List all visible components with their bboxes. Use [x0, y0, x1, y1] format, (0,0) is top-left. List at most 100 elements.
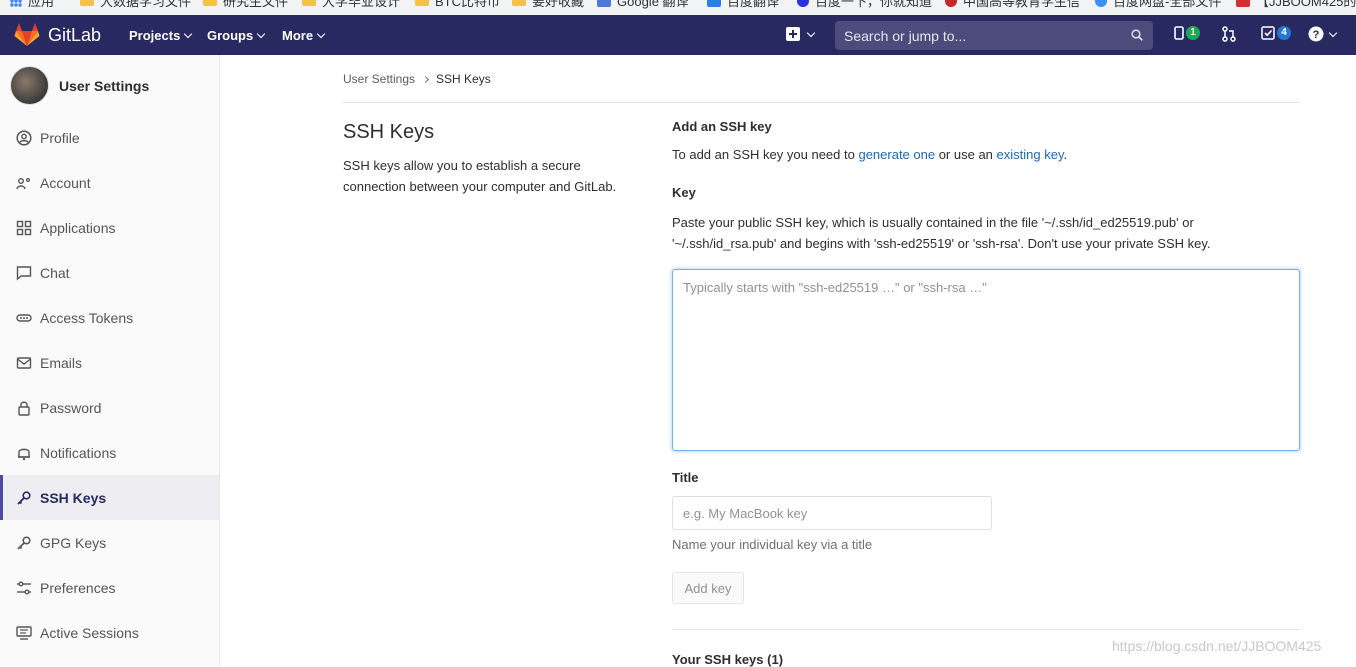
sidebar-item-profile[interactable]: Profile	[0, 115, 219, 160]
issues-button[interactable]: 1	[1174, 26, 1200, 40]
apps-icon	[10, 0, 22, 7]
bookmark-item[interactable]: Google 翻译	[597, 0, 689, 10]
bookmark-item[interactable]: 要好收藏	[512, 0, 584, 10]
chevron-down-icon	[184, 29, 193, 39]
folder-icon	[203, 0, 217, 6]
sidebar-item-label: Applications	[40, 219, 116, 236]
folder-icon	[80, 0, 94, 6]
sidebar-item-label: Profile	[40, 129, 80, 146]
sidebar-item-label: SSH Keys	[40, 489, 107, 506]
bookmark-item[interactable]: 中国高等教育学生信	[945, 0, 1080, 10]
sidebar-item-emails[interactable]: Emails	[0, 340, 219, 385]
more-menu[interactable]: More	[282, 28, 326, 43]
sidebar-item-gpg-keys[interactable]: GPG Keys	[0, 520, 219, 565]
chevron-down-icon	[316, 29, 326, 39]
bookmark-item[interactable]: 百度一下，你就知道	[797, 0, 932, 10]
title-help-text: Name your individual key via a title	[672, 537, 873, 552]
add-key-button[interactable]: Add key	[672, 572, 744, 604]
top-navbar: GitLab Projects Groups More 1 4	[0, 15, 1356, 55]
sidebar-item-label: Access Tokens	[40, 309, 134, 326]
sidebar-item-label: Account	[40, 174, 91, 191]
sidebar-item-active-sessions[interactable]: Active Sessions	[0, 610, 219, 655]
todo-check-icon	[1261, 26, 1275, 40]
sidebar-item-password[interactable]: Password	[0, 385, 219, 430]
sidebar-header[interactable]: User Settings	[10, 66, 149, 105]
breadcrumb: User Settings SSH Keys	[343, 72, 491, 86]
merge-request-icon	[1222, 26, 1236, 42]
key-icon	[17, 535, 31, 550]
sidebar-item-label: GPG Keys	[40, 534, 107, 551]
help-menu[interactable]: ?	[1308, 26, 1338, 42]
projects-menu[interactable]: Projects	[129, 28, 193, 43]
search-input[interactable]	[844, 27, 1124, 44]
plus-square-icon	[786, 27, 800, 41]
settings-sidebar: User Settings Profile Account Applicatio…	[0, 55, 220, 665]
sidebar-item-notifications[interactable]: Notifications	[0, 430, 219, 475]
account-icon	[16, 177, 30, 189]
gitlab-logo[interactable]: GitLab	[14, 23, 101, 47]
bookmark-item[interactable]: 应用	[10, 0, 54, 10]
chsi-icon	[945, 0, 957, 7]
bookmark-item[interactable]: 百度翻译	[707, 0, 779, 10]
applications-icon	[16, 220, 32, 235]
baidu-icon	[797, 0, 809, 7]
sidebar-item-label: Chat	[40, 264, 70, 281]
bookmark-item[interactable]: 百度网盘-全部文件	[1095, 0, 1221, 10]
sidebar-item-label: Password	[40, 399, 102, 416]
divider	[343, 102, 1301, 103]
sidebar-item-applications[interactable]: Applications	[0, 205, 219, 250]
breadcrumb-current[interactable]: SSH Keys	[436, 72, 491, 86]
bookmark-item[interactable]: 【JJBOOM425的	[1236, 0, 1356, 10]
lock-icon	[18, 401, 30, 416]
add-key-description: To add an SSH key you need to generate o…	[672, 147, 1068, 162]
merge-requests-button[interactable]	[1221, 26, 1237, 42]
bookmark-item[interactable]: 大数据学习文件	[80, 0, 191, 10]
existing-key-link[interactable]: existing key	[997, 147, 1064, 162]
new-dropdown-button[interactable]	[786, 27, 816, 41]
question-circle-icon: ?	[1308, 26, 1324, 42]
chat-icon	[16, 265, 32, 281]
todos-count-badge: 4	[1277, 26, 1291, 40]
sidebar-item-label: Notifications	[40, 444, 117, 461]
sidebar-item-access-tokens[interactable]: Access Tokens	[0, 295, 219, 340]
brand-name: GitLab	[48, 24, 102, 45]
folder-icon	[415, 0, 429, 6]
sidebar-item-preferences[interactable]: Preferences	[0, 565, 219, 610]
issues-icon	[1174, 26, 1184, 40]
sidebar-item-ssh-keys[interactable]: SSH Keys	[0, 475, 219, 520]
search-icon[interactable]	[1131, 29, 1143, 41]
page-description: SSH keys allow you to establish a secure…	[343, 158, 617, 194]
sidebar-item-account[interactable]: Account	[0, 160, 219, 205]
page-title: SSH Keys	[343, 121, 435, 143]
emails-icon	[16, 356, 32, 369]
avatar	[10, 66, 49, 105]
sidebar-title: User Settings	[59, 77, 150, 94]
monitor-icon	[16, 625, 32, 640]
key-textarea[interactable]	[672, 269, 1300, 451]
key-icon	[17, 490, 31, 505]
add-key-heading: Add an SSH key	[672, 119, 772, 134]
bookmark-item[interactable]: 大学毕业设计	[302, 0, 400, 10]
svg-text:?: ?	[1313, 29, 1320, 41]
bookmark-item[interactable]: BTC比特币	[415, 0, 500, 10]
issues-count-badge: 1	[1186, 26, 1200, 40]
baidu-pan-icon	[1095, 0, 1107, 7]
chevron-right-icon	[421, 75, 430, 83]
key-help-text: Paste your public SSH key, which is usua…	[672, 215, 1211, 251]
key-label: Key	[672, 185, 696, 200]
groups-menu[interactable]: Groups	[207, 28, 266, 43]
breadcrumb-parent[interactable]: User Settings	[343, 72, 415, 86]
chevron-down-icon	[806, 28, 816, 37]
todos-button[interactable]: 4	[1261, 26, 1291, 40]
divider	[672, 629, 1300, 630]
chevron-down-icon	[1328, 28, 1338, 37]
search-box[interactable]	[835, 21, 1153, 50]
sidebar-item-label: Active Sessions	[40, 624, 139, 641]
bell-icon	[18, 448, 30, 460]
bookmark-item[interactable]: 研究生文件	[203, 0, 288, 10]
sliders-icon	[17, 581, 31, 594]
sidebar-item-chat[interactable]: Chat	[0, 250, 219, 295]
generate-one-link[interactable]: generate one	[858, 147, 935, 162]
title-input[interactable]	[672, 496, 992, 530]
watermark-text: https://blog.csdn.net/JJBOOM425	[1112, 638, 1322, 654]
